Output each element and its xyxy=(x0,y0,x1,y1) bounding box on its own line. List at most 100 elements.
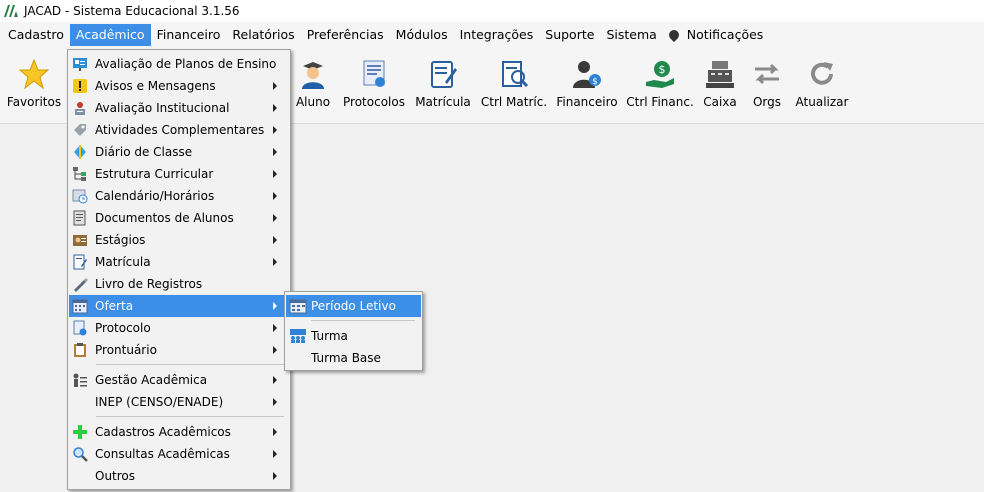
menu-item-label: Calendário/Horários xyxy=(95,189,215,203)
toolbar-caixa-button[interactable]: Caixa xyxy=(702,58,738,118)
documents-icon xyxy=(71,209,89,227)
menu-item-label: Estrutura Curricular xyxy=(95,167,214,181)
menu-item-label: Protocolo xyxy=(95,321,151,335)
title-bar: JACAD - Sistema Educacional 3.1.56 xyxy=(0,0,984,22)
menu-notificacoes-label: Notificações xyxy=(686,27,764,42)
menu-notificacoes[interactable]: Notificações xyxy=(663,24,770,46)
menu-item-atividades-complementares[interactable]: Atividades Complementares xyxy=(69,119,289,141)
menu-item-label: Livro de Registros xyxy=(95,277,203,291)
submenu-item-periodo-letivo[interactable]: Período Letivo xyxy=(286,295,421,317)
menu-item-outros[interactable]: Outros xyxy=(69,465,289,487)
star-icon xyxy=(18,58,50,90)
menu-item-avisos-mensagens[interactable]: Avisos e Mensagens xyxy=(69,75,289,97)
tag-icon xyxy=(71,121,89,139)
submenu-arrow-icon xyxy=(273,148,277,156)
warning-message-icon xyxy=(71,77,89,95)
toolbar-orgs-button[interactable]: Orgs xyxy=(750,58,784,118)
enrollment-search-icon xyxy=(502,61,529,88)
toolbar-ctrl-financ-button[interactable]: $ Ctrl Financ. xyxy=(626,58,694,118)
menu-item-cadastros-academicos[interactable]: Cadastros Acadêmicos xyxy=(69,421,289,443)
menu-item-estrutura-curricular[interactable]: Estrutura Curricular xyxy=(69,163,289,185)
toolbar-label: Ctrl Matríc. xyxy=(480,95,548,109)
menu-integracoes[interactable]: Integrações xyxy=(454,24,540,46)
internship-icon xyxy=(71,231,89,249)
menu-sistema[interactable]: Sistema xyxy=(600,24,662,46)
menu-item-label: Documentos de Alunos xyxy=(95,211,234,225)
menu-item-estagios[interactable]: Estágios xyxy=(69,229,289,251)
cash-register-icon xyxy=(706,61,734,88)
submenu-arrow-icon xyxy=(273,428,277,436)
menu-item-calendario-horarios[interactable]: Calendário/Horários xyxy=(69,185,289,207)
toolbar-protocolos-button[interactable]: Protocolos xyxy=(343,58,405,118)
toolbar-label: Aluno xyxy=(295,95,331,109)
menu-item-label: Prontuário xyxy=(95,343,157,357)
submenu-arrow-icon xyxy=(273,472,277,480)
menu-item-oferta[interactable]: Oferta xyxy=(69,295,289,317)
protocol-icon xyxy=(71,319,89,337)
institutional-evaluation-icon xyxy=(71,99,89,117)
menu-item-label: Avaliação Institucional xyxy=(95,101,230,115)
submenu-item-turma-base[interactable]: Turma Base xyxy=(286,347,421,369)
academic-management-icon xyxy=(71,371,89,389)
menu-item-gestao-academica[interactable]: Gestão Acadêmica xyxy=(69,369,289,391)
submenu-item-label: Turma Base xyxy=(311,351,381,365)
toolbar-atualizar-button[interactable]: Atualizar xyxy=(796,58,848,118)
class-group-icon xyxy=(288,327,308,345)
enrollment-form-icon xyxy=(71,253,89,271)
clipboard-icon xyxy=(71,341,89,359)
submenu-item-turma[interactable]: Turma xyxy=(286,325,421,347)
toolbar-label: Matrícula xyxy=(415,95,471,109)
menu-separator xyxy=(96,416,284,417)
submenu-arrow-icon xyxy=(273,126,277,134)
toolbar-favoritos-button[interactable]: Favoritos xyxy=(6,58,62,118)
toolbar-label: Atualizar xyxy=(795,95,849,109)
submenu-item-label: Período Letivo xyxy=(311,299,396,313)
toolbar-aluno-button[interactable]: Aluno xyxy=(293,58,333,118)
menu-item-prontuario[interactable]: Prontuário xyxy=(69,339,289,361)
menu-item-label: Consultas Acadêmicas xyxy=(95,447,230,461)
menu-preferencias[interactable]: Preferências xyxy=(301,24,390,46)
toolbar-matricula-button[interactable]: Matrícula xyxy=(415,58,471,118)
period-calendar-icon xyxy=(288,297,308,315)
menu-separator xyxy=(96,364,284,365)
menu-item-label: Oferta xyxy=(95,299,134,313)
toolbar-financeiro-button[interactable]: $ Financeiro xyxy=(556,58,618,118)
submenu-arrow-icon xyxy=(273,398,277,406)
menu-item-label: Diário de Classe xyxy=(95,145,193,159)
menu-cadastro[interactable]: Cadastro xyxy=(2,24,70,46)
menu-item-avaliacao-planos-ensino[interactable]: Avaliação de Planos de Ensino xyxy=(69,53,289,75)
pen-book-icon xyxy=(71,275,89,293)
menu-item-label: INEP (CENSO/ENADE) xyxy=(95,395,224,409)
submenu-arrow-icon xyxy=(273,170,277,178)
menu-item-inep[interactable]: INEP (CENSO/ENADE) xyxy=(69,391,289,413)
menu-academico[interactable]: Acadêmico xyxy=(69,24,151,46)
menu-item-avaliacao-institucional[interactable]: Avaliação Institucional xyxy=(69,97,289,119)
menu-item-consultas-academicas[interactable]: Consultas Acadêmicas xyxy=(69,443,289,465)
menu-modulos[interactable]: Módulos xyxy=(390,24,454,46)
menu-item-documentos-alunos[interactable]: Documentos de Alunos xyxy=(69,207,289,229)
menu-item-label: Avaliação de Planos de Ensino xyxy=(95,57,277,71)
toolbar-label: Ctrl Financ. xyxy=(626,95,694,109)
submenu-arrow-icon xyxy=(273,192,277,200)
menu-item-protocolo[interactable]: Protocolo xyxy=(69,317,289,339)
submenu-arrow-icon xyxy=(273,214,277,222)
menu-financeiro[interactable]: Financeiro xyxy=(151,24,227,46)
menu-relatorios[interactable]: Relatórios xyxy=(226,24,300,46)
enrollment-icon xyxy=(431,61,457,88)
menu-item-livro-registros[interactable]: Livro de Registros xyxy=(69,273,289,295)
swap-arrows-icon xyxy=(755,63,779,85)
submenu-arrow-icon xyxy=(273,324,277,332)
menu-suporte[interactable]: Suporte xyxy=(539,24,600,46)
magnifier-icon xyxy=(71,445,89,463)
menu-item-matricula[interactable]: Matrícula xyxy=(69,251,289,273)
menu-item-diario-classe[interactable]: Diário de Classe xyxy=(69,141,289,163)
menu-item-label: Estágios xyxy=(95,233,146,247)
submenu-arrow-icon xyxy=(273,302,277,310)
toolbar-ctrl-matric-button[interactable]: Ctrl Matríc. xyxy=(481,58,547,118)
submenu-arrow-icon xyxy=(273,82,277,90)
curriculum-structure-icon xyxy=(71,165,89,183)
submenu-arrow-icon xyxy=(273,258,277,266)
svg-text:$: $ xyxy=(592,77,598,87)
svg-text:$: $ xyxy=(659,63,666,76)
refresh-icon xyxy=(811,62,833,85)
